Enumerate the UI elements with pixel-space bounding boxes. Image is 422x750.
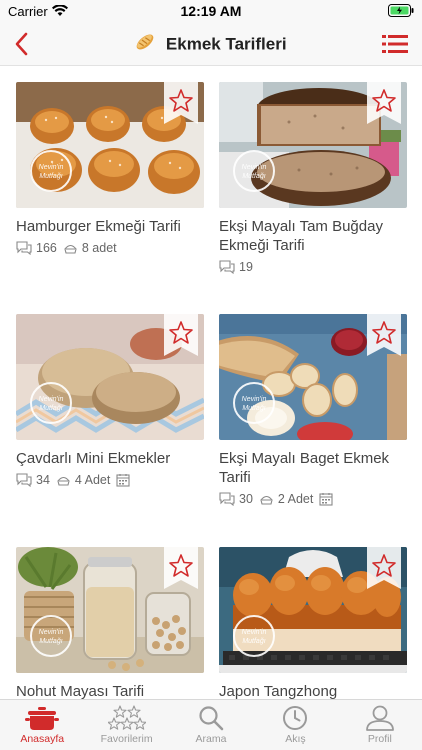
comment-count: 30: [239, 492, 253, 506]
search-icon: [199, 706, 224, 731]
tab-label: Arama: [195, 733, 227, 745]
list-menu-icon: [382, 35, 408, 53]
recipe-title[interactable]: Japon Tangzhong: [219, 682, 409, 699]
favorite-star-icon[interactable]: [367, 547, 401, 589]
status-bar: Carrier 12:19 AM: [0, 0, 422, 22]
nav-title-group: Ekmek Tarifleri: [0, 33, 422, 56]
portion-icon: [64, 244, 77, 254]
page-title: Ekmek Tarifleri: [165, 34, 287, 54]
calendar-icon: [116, 474, 130, 487]
clock-icon: [283, 706, 308, 730]
favorite-star-icon[interactable]: [367, 314, 401, 356]
comment-count: 34: [36, 473, 50, 487]
favorite-star-icon[interactable]: [367, 82, 401, 124]
favorite-star-icon[interactable]: [164, 314, 198, 356]
tab-arama[interactable]: Arama: [169, 700, 253, 750]
watermark-stamp: Nevin'in Mutfağı: [233, 150, 275, 192]
comment-icon: [16, 241, 32, 255]
recipe-meta: 19: [219, 260, 407, 274]
recipe-photo[interactable]: Nevin'in Mutfağı: [219, 547, 407, 673]
comment-count: 166: [36, 241, 57, 255]
comment-count: 19: [239, 260, 253, 274]
watermark-stamp: Nevin'in Mutfağı: [233, 382, 275, 424]
recipe-title[interactable]: Ekşi Mayalı Tam Buğday Ekmeği Tarifi: [219, 217, 409, 255]
pot-icon: [25, 707, 60, 730]
calendar-icon: [319, 493, 333, 506]
recipe-card[interactable]: Nevin'in Mutfağı Ekşi Mayalı Baget Ekmek …: [219, 314, 407, 506]
recipe-card[interactable]: Nevin'in Mutfağı Hamburger Ekmeği Tarifi …: [16, 82, 204, 255]
nav-bar: Ekmek Tarifleri: [0, 22, 422, 66]
user-icon: [365, 705, 394, 731]
recipe-title[interactable]: Hamburger Ekmeği Tarifi: [16, 217, 206, 236]
tab-akis[interactable]: Akış: [253, 700, 337, 750]
status-time: 12:19 AM: [180, 3, 242, 19]
recipe-card[interactable]: Nevin'in Mutfağı Japon Tangzhong: [219, 547, 407, 699]
favorite-star-icon[interactable]: [164, 82, 198, 124]
stars-icon: [107, 705, 146, 730]
portion-label: 4 Adet: [74, 473, 111, 487]
recipe-grid: Nevin'in Mutfağı Hamburger Ekmeği Tarifi …: [0, 66, 422, 699]
bread-icon: [135, 33, 155, 56]
tab-label: Akış: [285, 733, 306, 745]
recipe-meta: 34 4 Adet: [16, 473, 204, 487]
tab-label: Anasayfa: [20, 733, 65, 745]
watermark-stamp: Nevin'in Mutfağı: [30, 615, 72, 657]
tab-bar: Anasayfa Favorilerim Arama Akış Profil: [0, 699, 422, 750]
favorite-star-icon[interactable]: [164, 547, 198, 589]
recipe-title[interactable]: Çavdarlı Mini Ekmekler: [16, 449, 206, 468]
tab-label: Profil: [367, 733, 392, 745]
menu-button[interactable]: [382, 34, 408, 54]
comment-icon: [219, 492, 235, 506]
tab-label: Favorilerim: [100, 733, 153, 745]
recipe-title[interactable]: Ekşi Mayalı Baget Ekmek Tarifi: [219, 449, 409, 487]
portion-icon: [260, 495, 273, 505]
recipe-meta: 166 8 adet: [16, 241, 204, 255]
recipe-photo[interactable]: Nevin'in Mutfağı: [219, 314, 407, 440]
recipe-card[interactable]: Nevin'in Mutfağı Nohut Mayası Tarifi: [16, 547, 204, 699]
comment-icon: [219, 260, 235, 274]
tab-favorilerim[interactable]: Favorilerim: [84, 700, 168, 750]
tab-anasayfa[interactable]: Anasayfa: [0, 700, 84, 750]
watermark-stamp: Nevin'in Mutfağı: [30, 382, 72, 424]
recipe-photo[interactable]: Nevin'in Mutfağı: [16, 547, 204, 673]
portion-label: 8 adet: [81, 241, 117, 255]
recipe-card[interactable]: Nevin'in Mutfağı Ekşi Mayalı Tam Buğday E…: [219, 82, 407, 274]
battery-icon: [388, 4, 414, 22]
recipe-title[interactable]: Nohut Mayası Tarifi: [16, 682, 206, 699]
comment-icon: [16, 473, 32, 487]
recipe-meta: 30 2 Adet: [219, 492, 407, 506]
watermark-stamp: Nevin'in Mutfağı: [30, 150, 72, 192]
tab-profil[interactable]: Profil: [338, 700, 422, 750]
recipe-photo[interactable]: Nevin'in Mutfağı: [219, 82, 407, 208]
recipe-photo[interactable]: Nevin'in Mutfağı: [16, 82, 204, 208]
recipe-card[interactable]: Nevin'in Mutfağı Çavdarlı Mini Ekmekler 3…: [16, 314, 204, 487]
portion-label: 2 Adet: [277, 492, 314, 506]
portion-icon: [57, 476, 70, 486]
recipe-photo[interactable]: Nevin'in Mutfağı: [16, 314, 204, 440]
watermark-stamp: Nevin'in Mutfağı: [233, 615, 275, 657]
